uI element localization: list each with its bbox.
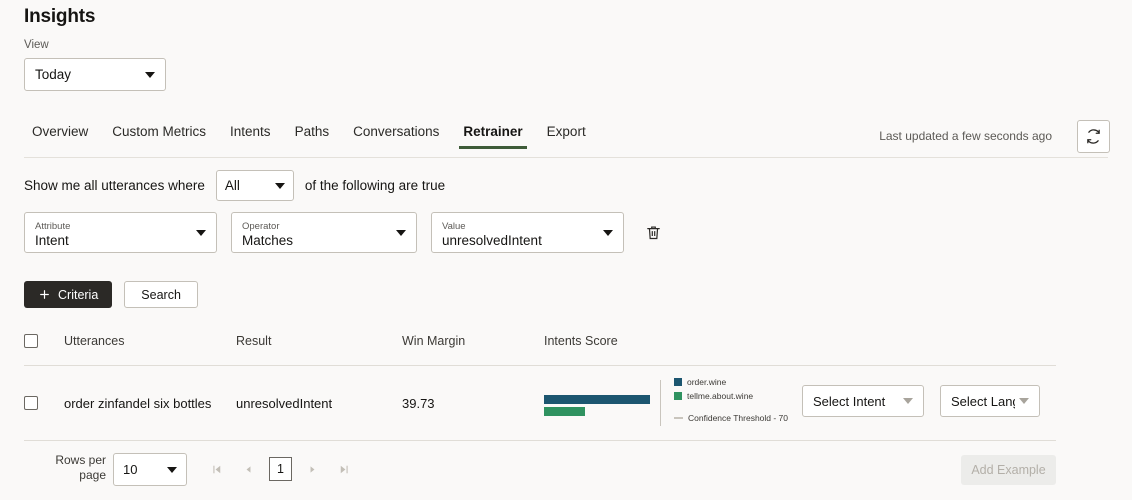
next-page-icon [308, 463, 317, 476]
prev-page-button[interactable] [235, 454, 262, 484]
refresh-icon [1085, 128, 1102, 145]
chevron-down-icon [275, 183, 285, 189]
cell-utterance: order zinfandel six bottles [64, 396, 236, 411]
chevron-down-icon [396, 230, 406, 236]
first-page-icon [212, 463, 223, 476]
query-suffix-text: of the following are true [305, 178, 445, 193]
tab-intents[interactable]: Intents [218, 124, 283, 149]
operator-label: Operator [242, 221, 406, 232]
chevron-down-icon [145, 72, 155, 78]
attribute-select[interactable]: Attribute Intent [24, 212, 217, 253]
table-footer: Rows per page 10 1 [24, 448, 1056, 496]
row-action-selects: Select Intent Select Lang [802, 385, 1040, 417]
chevron-down-icon [603, 230, 613, 236]
cell-win-margin: 39.73 [402, 396, 544, 411]
tab-paths[interactable]: Paths [283, 124, 342, 149]
column-header-intents-score: Intents Score [544, 334, 744, 348]
column-header-result: Result [236, 334, 402, 348]
select-intent-dropdown[interactable]: Select Intent [802, 385, 924, 417]
tab-retrainer[interactable]: Retrainer [451, 124, 534, 149]
action-buttons: Criteria Search [24, 281, 198, 308]
match-mode-select[interactable]: All [216, 170, 294, 201]
chevron-down-icon [903, 398, 913, 404]
column-header-win-margin: Win Margin [402, 334, 544, 348]
chevron-down-icon [196, 230, 206, 236]
legend-item-0: order.wine [674, 377, 788, 387]
operator-value: Matches [242, 232, 406, 249]
row-checkbox[interactable] [24, 396, 38, 410]
query-prefix-text: Show me all utterances where [24, 178, 205, 193]
chart-plot-area [544, 374, 666, 432]
chart-bar-0 [544, 395, 650, 404]
tab-bar: Overview Custom Metrics Intents Paths Co… [20, 124, 598, 149]
confidence-threshold-line [660, 380, 661, 426]
view-select-value: Today [35, 67, 145, 82]
value-label: Value [442, 221, 613, 232]
table-header-divider [24, 365, 1056, 366]
plus-icon [38, 288, 51, 301]
attribute-label: Attribute [35, 221, 206, 232]
tab-overview[interactable]: Overview [20, 124, 100, 149]
select-language-value: Select Lang [951, 394, 1015, 409]
chevron-down-icon [1019, 398, 1029, 404]
add-example-button[interactable]: Add Example [961, 455, 1056, 485]
delete-criteria-button[interactable] [640, 218, 666, 248]
rows-per-page-value: 10 [123, 462, 167, 477]
legend-label-1: tellme.about.wine [687, 391, 753, 401]
criteria-row: Attribute Intent Operator Matches Value … [24, 212, 666, 253]
legend-item-1: tellme.about.wine [674, 391, 788, 401]
trash-icon [645, 223, 662, 242]
add-criteria-button[interactable]: Criteria [24, 281, 112, 308]
first-page-button[interactable] [204, 454, 231, 484]
select-intent-value: Select Intent [813, 394, 899, 409]
legend-swatch-icon [674, 392, 682, 400]
refresh-button[interactable] [1077, 120, 1110, 153]
insights-page: Insights View Today Overview Custom Metr… [0, 0, 1132, 500]
next-page-button[interactable] [299, 454, 326, 484]
value-select[interactable]: Value unresolvedIntent [431, 212, 624, 253]
table-header: Utterances Result Win Margin Intents Sco… [24, 326, 1056, 356]
tab-custom-metrics[interactable]: Custom Metrics [100, 124, 218, 149]
row-select-cell [24, 396, 64, 410]
legend-swatch-icon [674, 378, 682, 386]
tab-conversations[interactable]: Conversations [341, 124, 451, 149]
search-button[interactable]: Search [124, 281, 198, 308]
last-updated-text: Last updated a few seconds ago [879, 129, 1052, 143]
tab-export[interactable]: Export [535, 124, 598, 149]
chart-bar-1 [544, 407, 585, 416]
rows-per-page-select[interactable]: 10 [113, 453, 187, 486]
page-title: Insights [24, 6, 95, 28]
select-all-cell [24, 334, 64, 348]
legend-label-0: order.wine [687, 377, 726, 387]
view-select[interactable]: Today [24, 58, 166, 91]
column-header-utterances: Utterances [64, 334, 236, 348]
legend-item-2: Confidence Threshold - 70 [674, 413, 788, 423]
attribute-value: Intent [35, 232, 206, 249]
add-criteria-label: Criteria [58, 288, 98, 302]
prev-page-icon [244, 463, 253, 476]
value-value: unresolvedIntent [442, 232, 613, 249]
select-language-dropdown[interactable]: Select Lang [940, 385, 1040, 417]
legend-label-2: Confidence Threshold - 70 [688, 413, 788, 423]
match-mode-value: All [225, 178, 275, 193]
query-builder-header: Show me all utterances where All of the … [24, 170, 445, 201]
rows-per-page-label: Rows per page [44, 453, 106, 483]
operator-select[interactable]: Operator Matches [231, 212, 417, 253]
page-number-1[interactable]: 1 [269, 457, 292, 481]
chart-legend: order.wine tellme.about.wine Confidence … [674, 377, 788, 423]
chevron-down-icon [167, 467, 177, 473]
cell-result: unresolvedIntent [236, 396, 402, 411]
table-footer-divider [24, 440, 1056, 441]
select-all-checkbox[interactable] [24, 334, 38, 348]
tab-bar-divider [24, 157, 1108, 158]
pagination: 1 [204, 454, 357, 484]
intents-score-chart: order.wine tellme.about.wine Confidence … [544, 374, 794, 432]
legend-dash-icon [674, 417, 683, 419]
last-page-button[interactable] [330, 454, 357, 484]
view-field-label: View [24, 39, 49, 51]
last-page-icon [338, 463, 349, 476]
